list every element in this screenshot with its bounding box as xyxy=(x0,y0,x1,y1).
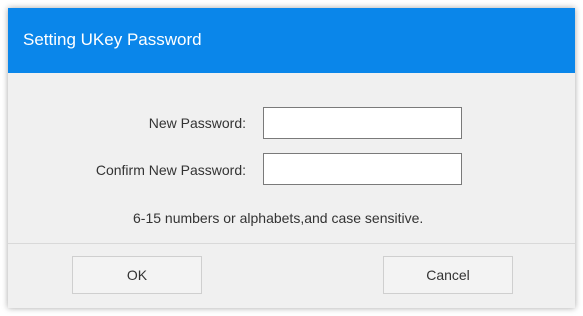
ok-button[interactable]: OK xyxy=(72,256,202,294)
new-password-label: New Password: xyxy=(148,115,246,131)
dialog-footer: OK Cancel xyxy=(8,244,575,308)
password-hint: 6-15 numbers or alphabets,and case sensi… xyxy=(133,210,424,226)
password-form-panel: New Password: Confirm New Password: 6-15… xyxy=(8,73,575,243)
confirm-password-field[interactable] xyxy=(263,153,462,185)
dialog-titlebar: Setting UKey Password xyxy=(8,8,575,73)
confirm-password-label: Confirm New Password: xyxy=(95,162,246,178)
new-password-field[interactable] xyxy=(263,107,462,139)
setting-ukey-password-dialog: Setting UKey Password New Password: Conf… xyxy=(8,8,575,308)
cancel-button[interactable]: Cancel xyxy=(383,256,513,294)
dialog-title: Setting UKey Password xyxy=(23,30,202,49)
